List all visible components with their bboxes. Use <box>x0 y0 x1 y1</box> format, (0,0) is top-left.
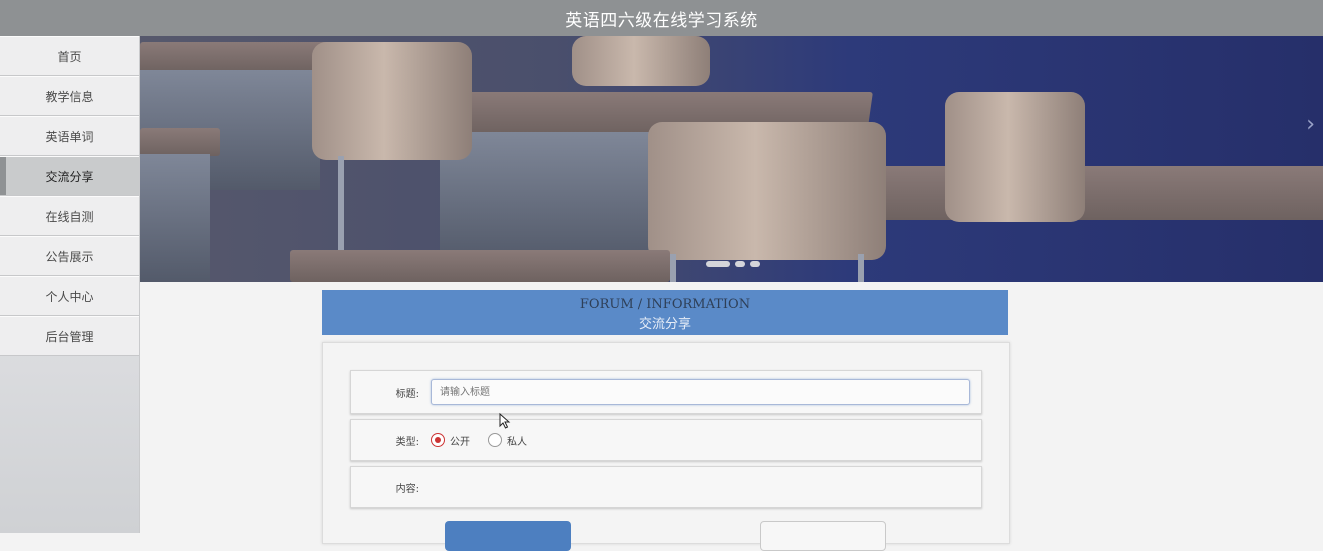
content-label: 内容: <box>395 483 419 495</box>
carousel-dot[interactable] <box>750 261 760 267</box>
type-row: 类型: 公开 私人 <box>350 419 982 461</box>
type-option-private-label: 私人 <box>507 436 527 448</box>
carousel-next-arrow-icon[interactable]: › <box>1306 112 1315 137</box>
sidebar-item-admin[interactable]: 后台管理 <box>0 316 139 356</box>
chair <box>648 122 886 260</box>
title-row: 标题: <box>350 370 982 414</box>
sidebar-item-home[interactable]: 首页 <box>0 36 139 76</box>
carousel-dot[interactable] <box>706 261 730 267</box>
title-label: 标题: <box>395 388 419 400</box>
mouse-cursor-icon <box>499 412 511 429</box>
forum-form: 标题: 类型: 公开 私人 内容: <box>322 342 1010 551</box>
sidebar-item-teaching-info[interactable]: 教学信息 <box>0 76 139 116</box>
carousel-dot[interactable] <box>735 261 745 267</box>
desk <box>440 132 660 262</box>
desk <box>140 154 210 282</box>
forum-title-en: FORUM / INFORMATION <box>579 297 751 312</box>
chair-leg <box>858 254 864 282</box>
chair <box>312 42 472 160</box>
type-option-public[interactable]: 公开 <box>431 433 470 448</box>
content-row: 内容: <box>350 466 982 508</box>
chair-leg <box>670 254 676 282</box>
sidebar-item-personal-center[interactable]: 个人中心 <box>0 276 139 316</box>
sidebar-nav: 首页 教学信息 英语单词 交流分享 在线自测 公告展示 个人中心 后台管理 <box>0 36 140 533</box>
banner-carousel: › <box>140 36 1323 282</box>
chair <box>572 36 710 86</box>
sidebar-item-english-words[interactable]: 英语单词 <box>0 116 139 156</box>
system-title: 英语四六级在线学习系统 <box>565 10 758 31</box>
top-bar: 英语四六级在线学习系统 <box>0 0 1323 36</box>
radio-public[interactable] <box>431 433 445 447</box>
sidebar-item-forum-share[interactable]: 交流分享 <box>0 156 139 196</box>
carousel-indicators <box>706 261 760 267</box>
desk <box>140 128 220 156</box>
submit-button[interactable] <box>445 521 571 551</box>
desk <box>290 250 670 282</box>
type-option-private[interactable]: 私人 <box>488 433 527 448</box>
forum-title-zh: 交流分享 <box>638 317 691 332</box>
forum-section-header: FORUM / INFORMATION 交流分享 <box>322 290 1008 335</box>
title-input[interactable] <box>431 379 970 405</box>
chair <box>945 92 1085 222</box>
radio-private[interactable] <box>488 433 502 447</box>
type-label: 类型: <box>395 436 419 448</box>
sidebar-item-announcements[interactable]: 公告展示 <box>0 236 139 276</box>
sidebar-item-online-test[interactable]: 在线自测 <box>0 196 139 236</box>
type-option-public-label: 公开 <box>450 436 470 448</box>
reset-button[interactable] <box>760 521 886 551</box>
desk <box>865 166 1323 220</box>
